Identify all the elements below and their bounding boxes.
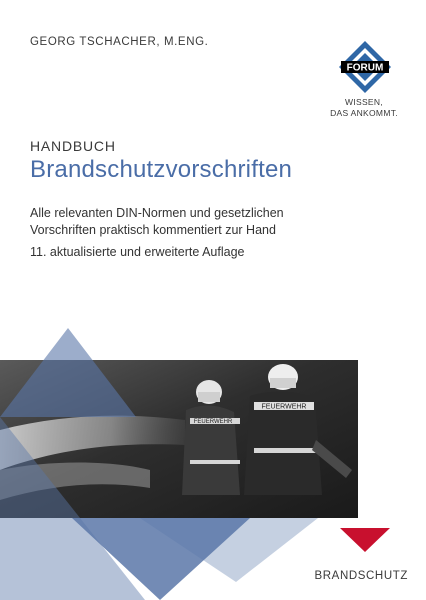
book-cover: GEORG TSCHACHER, M.ENG. FORUM WISSEN, DA… [0, 0, 426, 600]
author-name: GEORG TSCHACHER, M.ENG. [30, 36, 209, 48]
publisher-tagline: WISSEN, DAS ANKOMMT. [324, 97, 404, 119]
cover-artwork: FEUERWEHR FEUERWEHR [0, 328, 390, 600]
subtitle-line-2: Vorschriften praktisch kommentiert zur H… [30, 222, 276, 237]
category-label: BRANDSCHUTZ [314, 570, 408, 582]
photo-label-2: FEUERWEHR [262, 404, 307, 411]
series-label: HANDBUCH [30, 138, 116, 154]
forum-logo-icon: FORUM [339, 41, 391, 93]
red-accent-triangle [340, 528, 390, 552]
tagline-line-2: DAS ANKOMMT. [330, 108, 398, 118]
logo-text: FORUM [347, 63, 384, 74]
subtitle-line-1: Alle relevanten DIN-Normen und gesetzlic… [30, 206, 284, 220]
edition-note: 11. aktualisierte und erweiterte Auflage [30, 245, 245, 259]
subtitle: Alle relevanten DIN-Normen und gesetzlic… [30, 205, 284, 238]
tagline-line-1: WISSEN, [345, 97, 383, 107]
book-title: Brandschutzvorschriften [30, 156, 293, 183]
photo-label-1: FEUERWEHR [194, 419, 233, 425]
